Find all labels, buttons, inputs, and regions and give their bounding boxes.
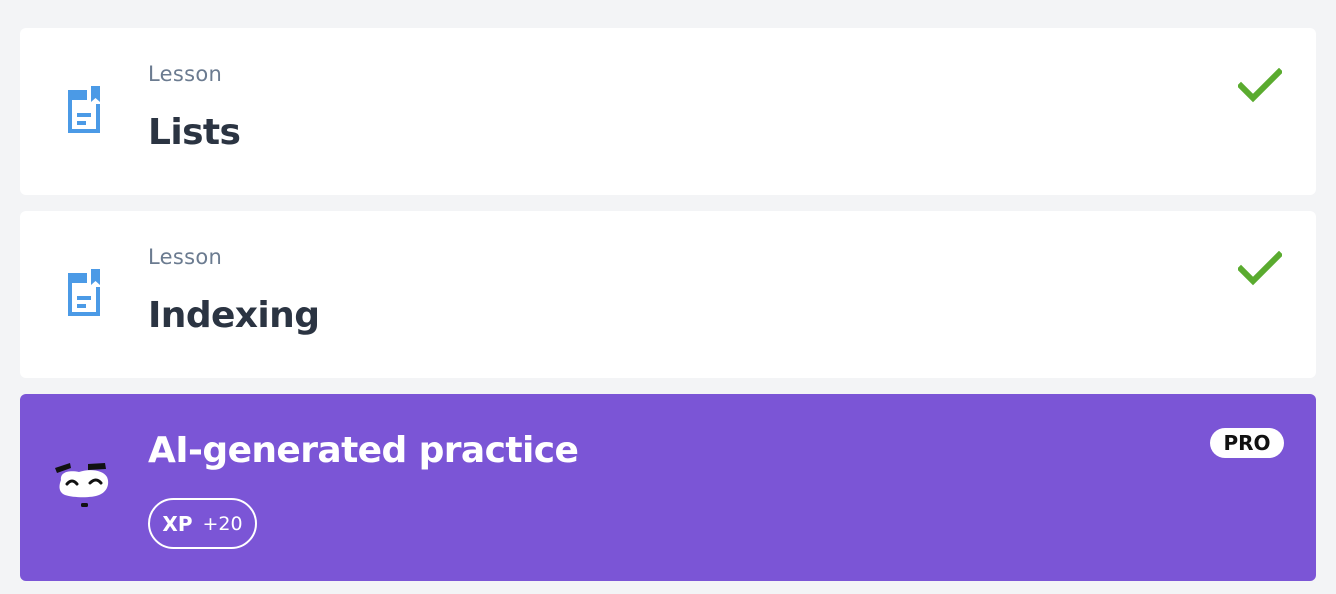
pro-badge: PRO <box>1210 428 1284 458</box>
xp-value: +20 <box>202 512 243 535</box>
xp-label: XP <box>162 511 193 536</box>
check-icon <box>1238 68 1282 103</box>
document-icon <box>68 86 100 133</box>
lesson-title: Lists <box>148 112 241 153</box>
lesson-type-label: Lesson <box>148 62 223 86</box>
lesson-card-indexing[interactable]: Lesson Indexing <box>20 211 1316 378</box>
ai-practice-card[interactable]: AI-generated practice XP +20 PRO <box>20 394 1316 581</box>
lesson-type-label: Lesson <box>148 245 223 269</box>
document-icon <box>68 269 100 316</box>
lesson-card-lists[interactable]: Lesson Lists <box>20 28 1316 195</box>
check-icon <box>1238 251 1282 286</box>
lesson-title: Indexing <box>148 295 320 336</box>
bot-icon <box>55 463 109 507</box>
practice-title: AI-generated practice <box>148 430 579 471</box>
xp-badge: XP +20 <box>148 498 257 549</box>
